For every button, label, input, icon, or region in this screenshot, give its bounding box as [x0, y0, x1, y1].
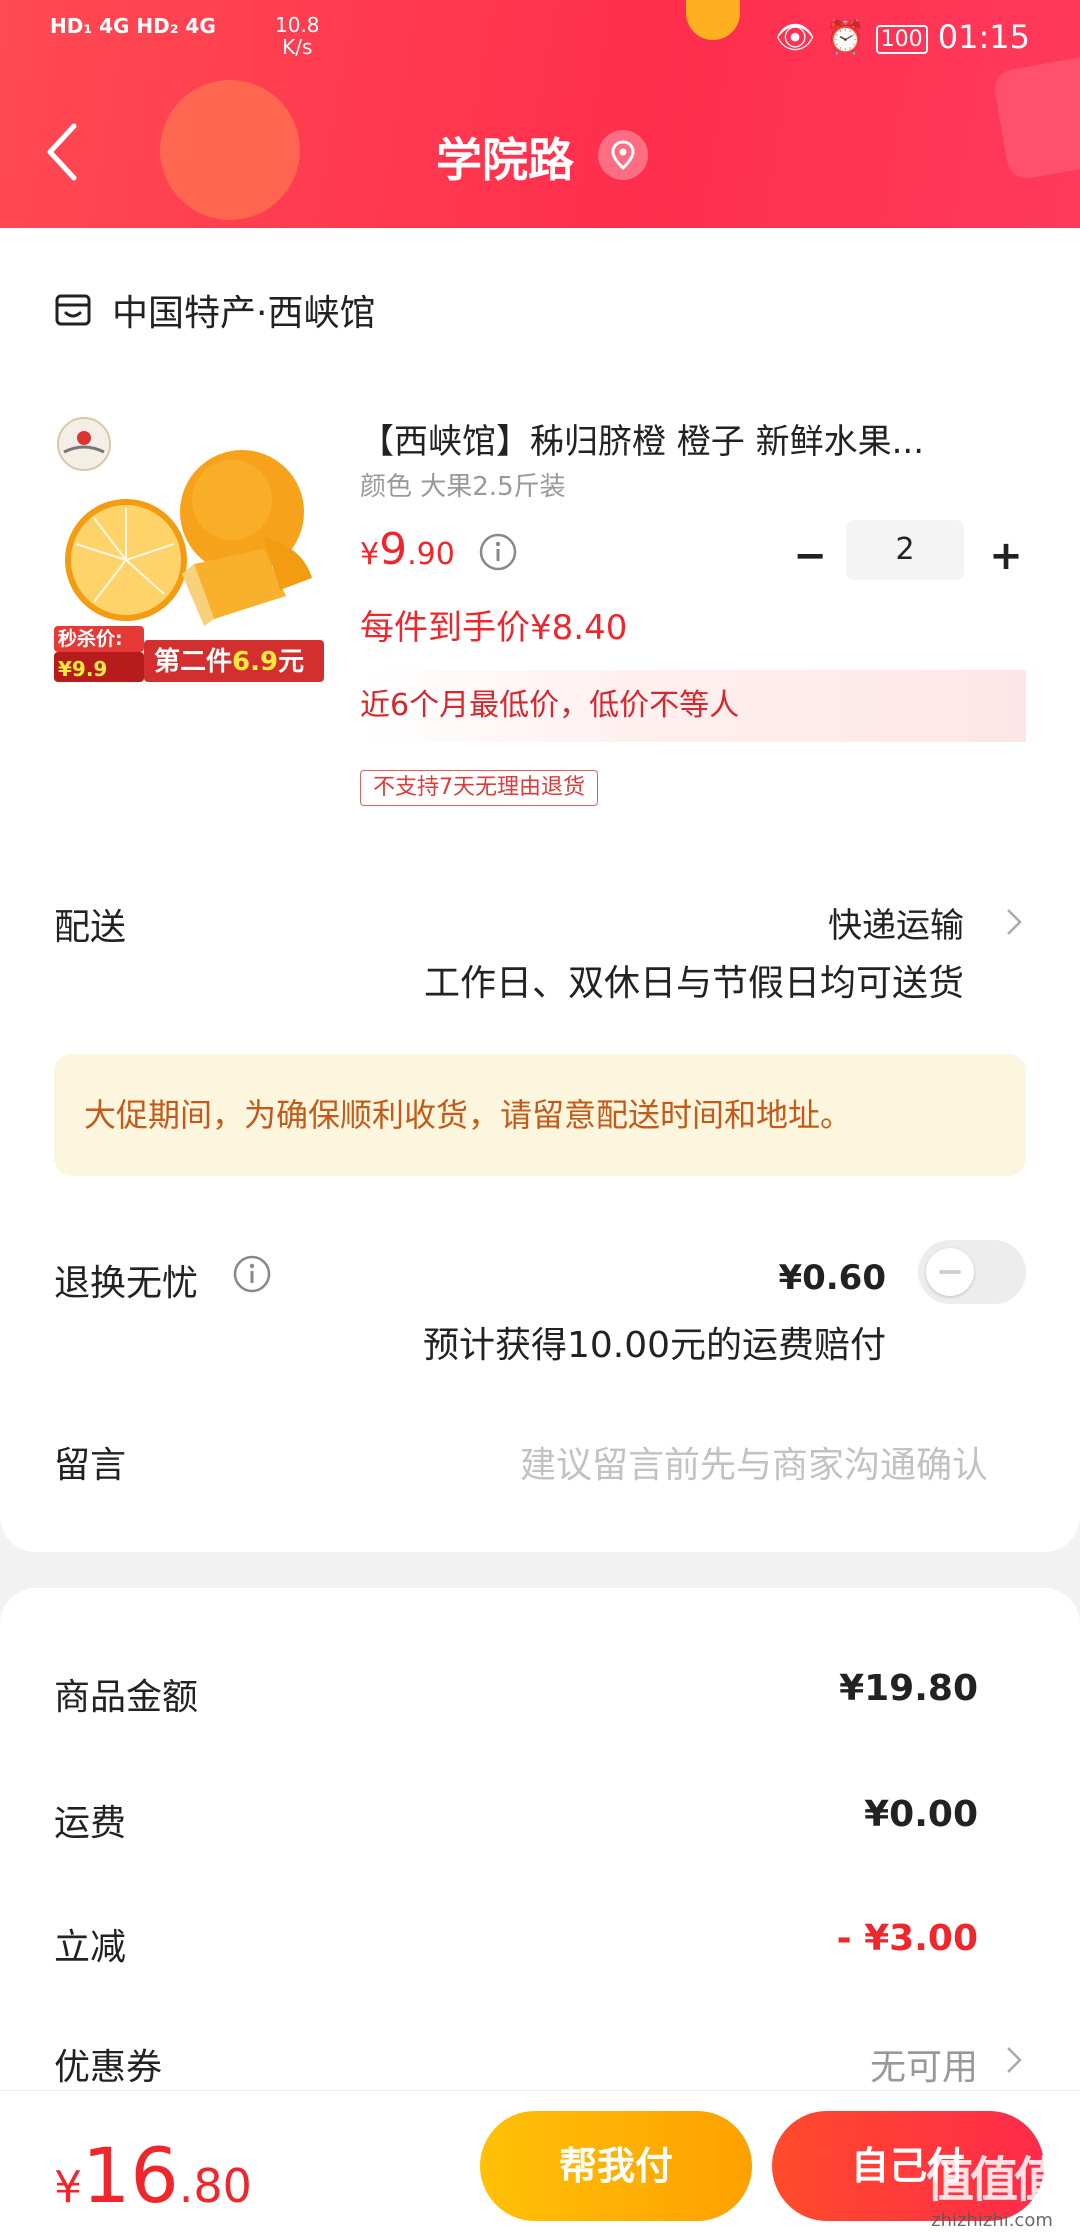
return-info-icon[interactable] [232, 1254, 272, 1294]
shipping-label: 运费 [54, 1803, 127, 1844]
total-symbol: ¥ [54, 2162, 82, 2213]
no-return-tag: 不支持7天无理由退货 [360, 770, 598, 806]
network-speed: 10.8 K/s [275, 14, 320, 58]
return-worry-toggle[interactable] [918, 1240, 1026, 1304]
delivery-note: 工作日、双休日与节假日均可送货 [423, 963, 964, 1004]
chevron-right-icon[interactable] [1004, 902, 1024, 942]
coupon-value[interactable]: 无可用 [870, 2038, 978, 2090]
watermark-url: zhizhizhi.com [931, 2210, 1053, 2231]
order-card: 中国特产·西峡馆 秒杀价: ¥9.9 第二件6.9元 【西峡馆】秭归脐橙 橙子 … [0, 228, 1080, 1552]
help-pay-button[interactable]: 帮我付 [480, 2111, 752, 2221]
quantity-input[interactable]: 2 [846, 520, 964, 580]
total-price: ¥16.80 [54, 2131, 252, 2220]
delivery-method[interactable]: 快递运输 [828, 898, 964, 947]
svg-text:秒杀价:: 秒杀价: [58, 627, 123, 650]
price-info-icon[interactable] [478, 532, 518, 572]
clock: 01:15 [937, 18, 1030, 56]
message-label: 留言 [54, 1445, 127, 1486]
promo-notice: 大促期间，为确保顺利收货，请留意配送时间和地址。 [54, 1054, 1026, 1176]
price-symbol: ¥ [360, 537, 380, 572]
discount-label: 立减 [54, 1927, 127, 1968]
price-decimal: .90 [407, 537, 455, 572]
goods-amount-label: 商品金额 [54, 1677, 199, 1718]
header-bar: HD₁ 4G HD₂ 4G 10.8 K/s 👁 ⏰ 100 01:15 学院路 [0, 0, 1080, 228]
watermark-logo: 值值值 [925, 2152, 1062, 2208]
svg-text:¥9.9: ¥9.9 [58, 657, 107, 681]
status-right: 👁 ⏰ 100 01:15 [775, 18, 1030, 56]
final-unit-price: 每件到手价¥8.40 [360, 608, 628, 648]
total-integer: 16 [82, 2131, 179, 2220]
quantity-decrease-button[interactable]: − [790, 526, 830, 586]
goods-amount-value: ¥19.80 [839, 1668, 978, 1709]
battery-indicator: 100 [875, 24, 928, 54]
message-input[interactable]: 建议留言前先与商家沟通确认 [520, 1436, 988, 1488]
svg-text:第二件6.9元: 第二件6.9元 [154, 646, 304, 677]
price-integer: 9 [379, 524, 408, 575]
total-decimal: .80 [178, 2159, 252, 2213]
site-watermark: 值值值 zhizhizhi.com [922, 2140, 1062, 2231]
shop-name: 中国特产·西峡馆 [112, 293, 376, 334]
quantity-increase-button[interactable]: + [986, 526, 1026, 586]
network-speed-value: 10.8 [275, 13, 320, 37]
product-price: ¥9.90 [360, 524, 455, 575]
discount-value: - ¥3.00 [836, 1918, 978, 1959]
product-title[interactable]: 【西峡馆】秭归脐橙 橙子 新鲜水果... [360, 414, 1040, 463]
toggle-knob [926, 1248, 974, 1296]
shop-icon [55, 294, 91, 326]
lowest-price-banner: 近6个月最低价，低价不等人 [360, 670, 1026, 742]
alarm-icon: ⏰ [825, 18, 866, 56]
coupon-label: 优惠券 [54, 2047, 163, 2088]
checkout-bar: ¥16.80 帮我付 自己付 [0, 2090, 1080, 2240]
status-bar: HD₁ 4G HD₂ 4G 10.8 K/s 👁 ⏰ 100 01:15 [0, 0, 1080, 80]
network-speed-unit: K/s [282, 35, 313, 59]
shipping-value: ¥0.00 [864, 1794, 978, 1835]
location-pin-icon[interactable] [598, 130, 648, 180]
return-worry-note: 预计获得10.00元的运费赔付 [422, 1325, 886, 1366]
product-spec[interactable]: 颜色 大果2.5斤装 [360, 466, 566, 503]
return-worry-price: ¥0.60 [778, 1258, 886, 1298]
chevron-right-icon[interactable] [1004, 2040, 1024, 2080]
price-summary-card: 商品金额 ¥19.80 运费 ¥0.00 立减 - ¥3.00 优惠券 无可用 [0, 1588, 1080, 2148]
delivery-label: 配送 [54, 907, 127, 948]
product-image[interactable]: 秒杀价: ¥9.9 第二件6.9元 [54, 414, 324, 684]
return-worry-label: 退换无忧 [54, 1263, 199, 1304]
signal-indicator: HD₁ 4G HD₂ 4G [50, 14, 216, 38]
page-title: 学院路 [436, 133, 574, 187]
shop-row[interactable]: 中国特产·西峡馆 [54, 284, 375, 336]
eye-icon: 👁 [774, 18, 816, 56]
